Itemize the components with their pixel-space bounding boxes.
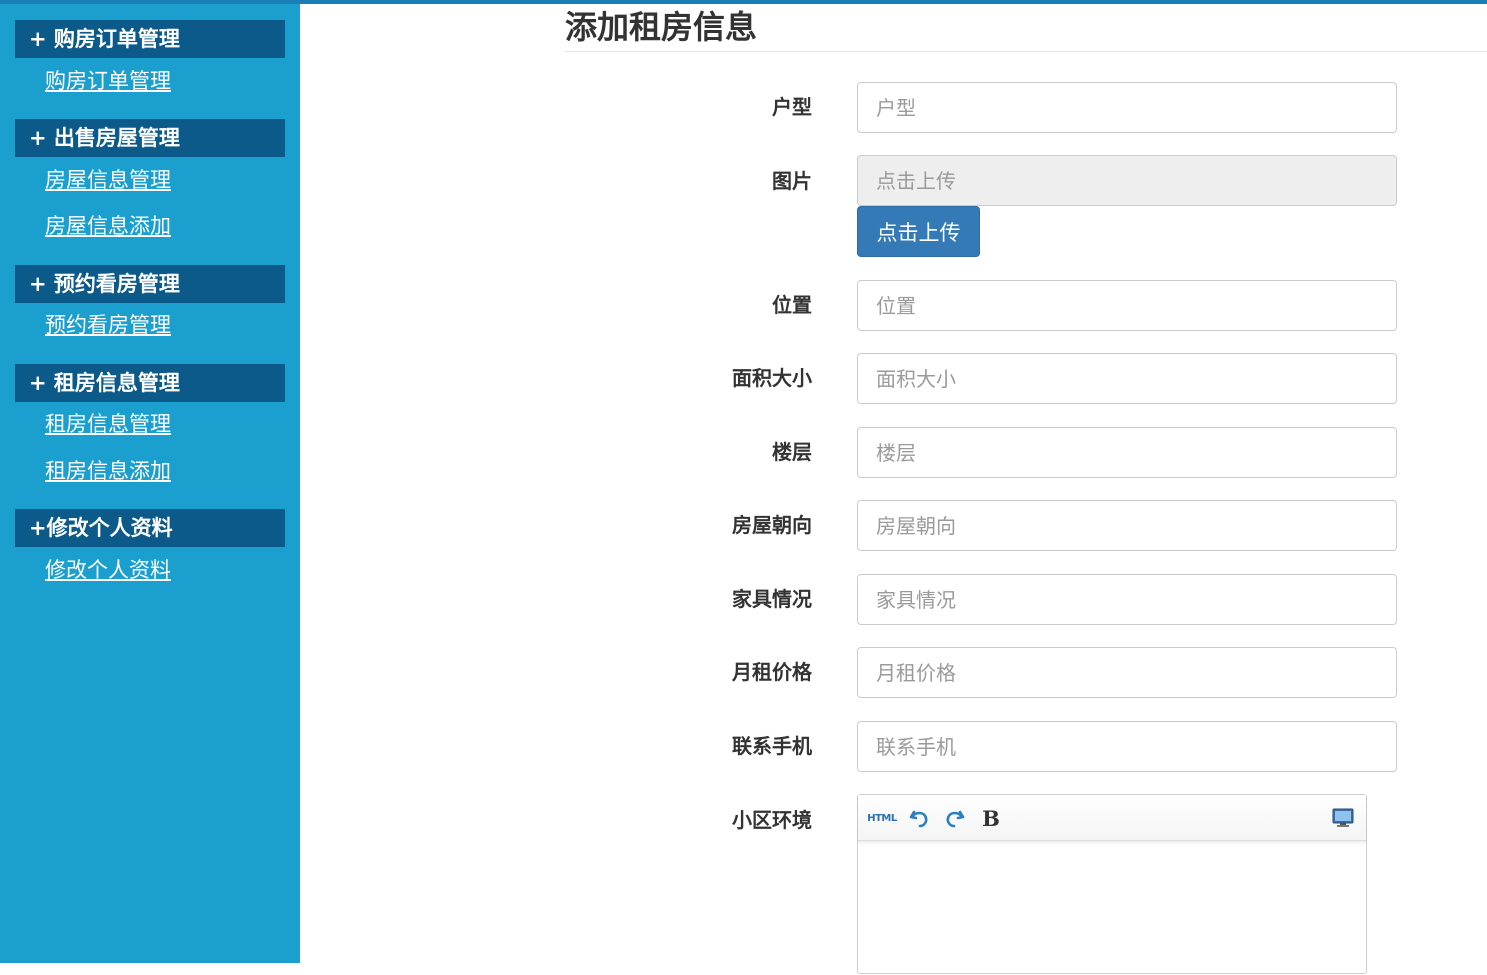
image-path-input (857, 155, 1397, 206)
orientation-input[interactable] (857, 500, 1397, 551)
sidebar-group-profile[interactable]: +修改个人资料 (15, 509, 285, 547)
redo-icon[interactable] (942, 804, 968, 832)
sidebar-link-order-manage[interactable]: 购房订单管理 (45, 66, 171, 96)
huxing-input[interactable] (857, 82, 1397, 133)
area-input[interactable] (857, 353, 1397, 404)
rent-input[interactable] (857, 647, 1397, 698)
sidebar-group-order[interactable]: + 购房订单管理 (15, 20, 285, 58)
rent-label: 月租价格 (732, 660, 812, 684)
location-input[interactable] (857, 280, 1397, 331)
phone-input[interactable] (857, 721, 1397, 772)
sidebar-link-house-add[interactable]: 房屋信息添加 (45, 211, 171, 241)
environment-editor: HTML B (857, 794, 1367, 974)
area-label: 面积大小 (732, 366, 812, 390)
huxing-label: 户型 (772, 95, 812, 119)
html-icon[interactable]: HTML (867, 804, 897, 832)
orientation-label: 房屋朝向 (732, 513, 812, 537)
sidebar-group-rent[interactable]: + 租房信息管理 (15, 364, 285, 402)
sidebar: + 购房订单管理 购房订单管理 + 出售房屋管理 房屋信息管理 房屋信息添加 +… (0, 4, 300, 963)
page-title: 添加租房信息 (565, 8, 758, 46)
sidebar-link-rent-add[interactable]: 租房信息添加 (45, 456, 171, 486)
sidebar-group-appointment[interactable]: + 预约看房管理 (15, 265, 285, 303)
phone-label: 联系手机 (732, 734, 812, 758)
title-divider (565, 51, 1487, 52)
floor-label: 楼层 (772, 440, 812, 464)
sidebar-group-sale[interactable]: + 出售房屋管理 (15, 119, 285, 157)
furniture-input[interactable] (857, 574, 1397, 625)
fullscreen-icon[interactable] (1330, 804, 1356, 832)
sidebar-link-house-manage[interactable]: 房屋信息管理 (45, 165, 171, 195)
editor-toolbar: HTML B (858, 795, 1366, 841)
sidebar-link-appointment-manage[interactable]: 预约看房管理 (45, 310, 171, 340)
undo-icon[interactable] (906, 804, 932, 832)
sidebar-link-rent-manage[interactable]: 租房信息管理 (45, 409, 171, 439)
location-label: 位置 (772, 293, 812, 317)
bold-icon[interactable]: B (978, 804, 1004, 832)
image-label: 图片 (772, 169, 812, 193)
editor-content-area[interactable] (858, 841, 1366, 975)
sidebar-link-profile-edit[interactable]: 修改个人资料 (45, 555, 171, 585)
environment-label: 小区环境 (732, 808, 812, 832)
floor-input[interactable] (857, 427, 1397, 478)
furniture-label: 家具情况 (732, 587, 812, 611)
upload-button[interactable]: 点击上传 (857, 206, 980, 257)
